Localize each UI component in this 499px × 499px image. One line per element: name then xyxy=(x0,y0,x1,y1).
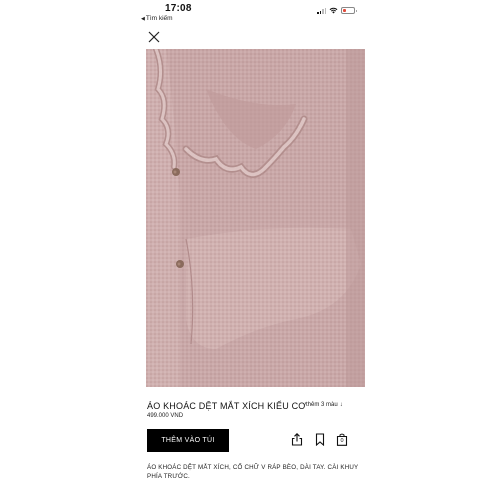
more-colors-link[interactable]: thêm 3 màu ↓ xyxy=(306,402,343,408)
product-price: 499.000 VND xyxy=(147,413,184,419)
back-link-label: Tìm kiếm xyxy=(145,15,173,22)
status-icons xyxy=(317,7,357,14)
cardigan-photo xyxy=(146,49,365,387)
wifi-icon xyxy=(329,7,338,14)
bag-count: 0 xyxy=(340,438,344,444)
battery-icon xyxy=(341,7,357,14)
bookmark-icon[interactable] xyxy=(314,433,326,446)
close-icon[interactable] xyxy=(147,30,161,44)
back-triangle-icon: ◀ xyxy=(141,15,145,22)
status-time: 17:08 xyxy=(165,3,192,14)
back-to-search-link[interactable]: ◀ Tìm kiếm xyxy=(141,15,173,22)
product-screen: 17:08 ◀ Tìm kiếm ÁO KHOÁC DỆT MẮT XÍCH K… xyxy=(133,0,365,499)
product-description: ÁO KHOÁC DỆT MẮT XÍCH, CỔ CHỮ V RÁP BÈO,… xyxy=(147,464,359,480)
product-image[interactable] xyxy=(146,49,365,387)
more-colors-label: thêm 3 màu xyxy=(306,402,338,408)
add-to-bag-button[interactable]: THÊM VÀO TÚI xyxy=(147,429,229,452)
product-title: ÁO KHOÁC DỆT MẮT XÍCH KIỂU CƠ xyxy=(147,401,307,411)
cellular-signal-icon xyxy=(317,7,326,14)
status-bar: 17:08 ◀ Tìm kiếm xyxy=(133,0,365,26)
arrow-down-icon: ↓ xyxy=(339,402,343,408)
share-icon[interactable] xyxy=(291,433,303,446)
bag-icon[interactable]: 0 xyxy=(336,433,348,446)
